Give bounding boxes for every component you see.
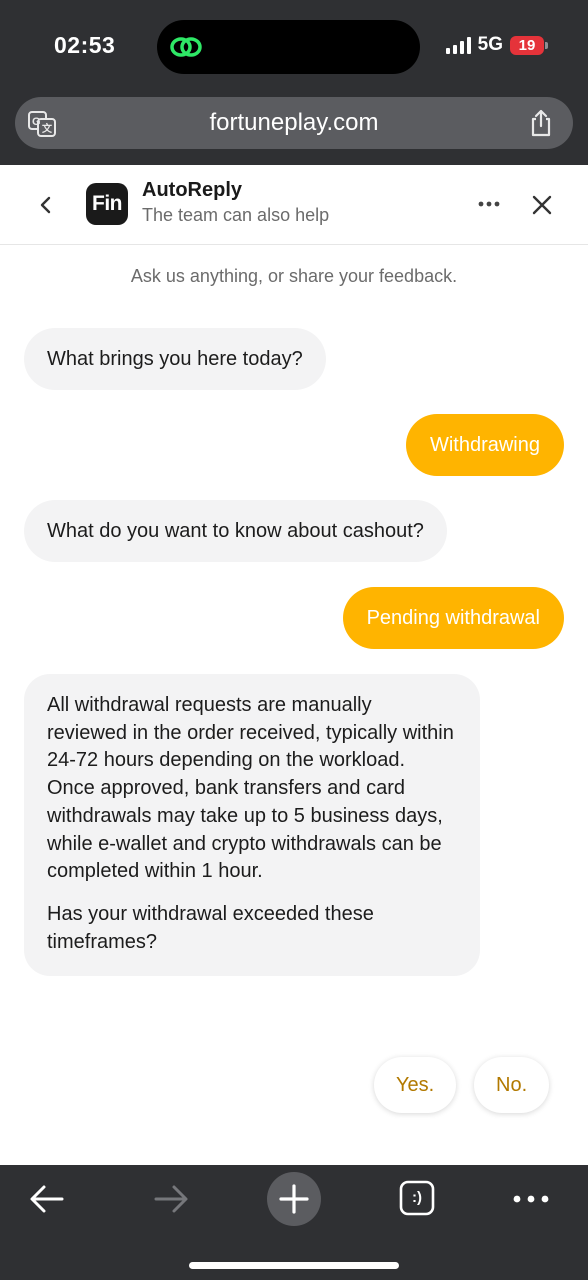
chat-subtitle: The team can also help — [142, 205, 330, 225]
share-icon[interactable] — [527, 109, 555, 137]
more-horizontal-icon[interactable] — [476, 193, 502, 215]
quick-reply-yes-button[interactable]: Yes. — [374, 1057, 457, 1113]
battery-icon: 19 — [510, 35, 548, 55]
bot-message: What do you want to know about cashout? — [24, 500, 447, 562]
close-icon[interactable] — [531, 194, 553, 216]
chevron-left-icon[interactable] — [34, 193, 58, 217]
browser-top-chrome: 02:53 5G 19 G 文 fortuneplay.com — [0, 0, 588, 165]
bot-message: What brings you here today? — [24, 328, 326, 390]
tabs-button[interactable]: :) — [398, 1179, 436, 1217]
more-icon[interactable] — [511, 1189, 551, 1209]
new-tab-button[interactable] — [267, 1172, 321, 1226]
tabs-label: :) — [412, 1189, 422, 1206]
message-paragraph: All withdrawal requests are manually rev… — [47, 694, 454, 883]
arrow-right-icon[interactable] — [152, 1182, 190, 1216]
status-indicators: 5G 19 — [445, 34, 548, 56]
url-text[interactable]: fortuneplay.com — [15, 97, 573, 149]
fin-logo: Fin — [86, 183, 128, 225]
status-time: 02:53 — [54, 32, 116, 58]
user-message: Withdrawing — [405, 414, 564, 476]
network-label: 5G — [477, 34, 503, 55]
address-bar[interactable]: G 文 fortuneplay.com — [15, 97, 573, 149]
dynamic-island — [157, 20, 420, 74]
quick-reply-no-button[interactable]: No. — [474, 1057, 550, 1113]
plus-icon — [279, 1184, 309, 1214]
message-paragraph: Has your withdrawal exceeded these timef… — [47, 902, 374, 953]
arrow-left-icon[interactable] — [28, 1182, 66, 1216]
chat-header: Fin AutoReply The team can also help — [0, 165, 588, 245]
chat-title: AutoReply — [142, 179, 242, 201]
messages-app-icon — [170, 37, 202, 57]
chat-intro-text: Ask us anything, or share your feedback. — [130, 266, 458, 286]
bot-message: All withdrawal requests are manually rev… — [24, 674, 480, 977]
signal-icon — [445, 36, 471, 54]
user-message: Pending withdrawal — [342, 587, 564, 649]
home-indicator — [189, 1262, 399, 1269]
